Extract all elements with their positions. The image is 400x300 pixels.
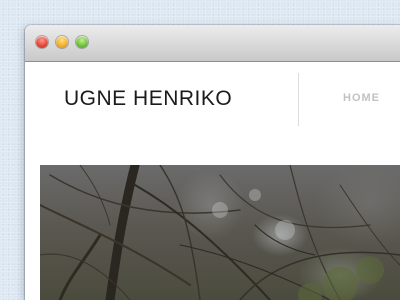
site-logo[interactable]: UGNE HENRIKO xyxy=(64,88,232,110)
minimize-window-icon[interactable] xyxy=(56,36,68,48)
nav-home-link[interactable]: HOME xyxy=(343,92,380,104)
close-window-icon[interactable] xyxy=(36,36,48,48)
browser-window: UGNE HENRIKO HOME xyxy=(25,25,400,300)
hero-photo xyxy=(40,165,400,300)
photo-branches-icon xyxy=(40,165,400,300)
logo-last-name: HENRIKO xyxy=(133,87,233,110)
maximize-window-icon[interactable] xyxy=(76,36,88,48)
header-divider xyxy=(298,73,299,126)
logo-first-name: UGNE xyxy=(64,87,127,110)
page-content: UGNE HENRIKO HOME xyxy=(25,62,400,300)
window-titlebar[interactable] xyxy=(25,25,400,62)
